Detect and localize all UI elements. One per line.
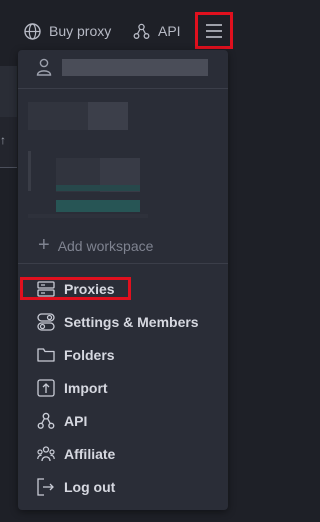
menu-item-proxies[interactable]: Proxies xyxy=(36,278,115,300)
toggle-settings-icon xyxy=(37,313,55,331)
user-email-redacted xyxy=(62,58,208,76)
hamburger-menu-button[interactable] xyxy=(195,12,233,49)
add-workspace-button[interactable]: + Add workspace xyxy=(38,234,153,257)
divider xyxy=(18,263,228,264)
folder-icon xyxy=(37,348,55,362)
sort-arrow-icon: ↑ xyxy=(0,133,6,147)
menu-item-api[interactable]: API xyxy=(36,410,87,432)
import-icon xyxy=(37,379,55,397)
proxies-icon xyxy=(37,281,55,297)
menu-item-label: Affiliate xyxy=(64,446,116,462)
logout-icon xyxy=(37,478,54,496)
account-dropdown-menu: + Add workspace Proxies Settings & Membe… xyxy=(18,50,228,510)
menu-item-import[interactable]: Import xyxy=(36,377,108,399)
background-panel xyxy=(0,66,17,118)
menu-item-label: Proxies xyxy=(64,281,115,297)
api-label: API xyxy=(158,23,181,39)
buy-proxy-link[interactable]: Buy proxy xyxy=(24,18,111,44)
menu-item-label: API xyxy=(64,413,88,429)
workspace-item-redacted xyxy=(88,102,128,130)
hamburger-icon xyxy=(206,23,222,38)
workspace-selected-marker xyxy=(28,151,31,191)
menu-item-log-out[interactable]: Log out xyxy=(36,476,115,498)
workspace-item-redacted xyxy=(28,214,148,218)
menu-item-label: Import xyxy=(64,380,108,396)
menu-item-settings-members[interactable]: Settings & Members xyxy=(36,311,199,333)
divider xyxy=(18,88,228,89)
workspace-accent xyxy=(56,185,140,191)
globe-icon xyxy=(24,22,41,40)
plus-icon: + xyxy=(38,234,50,256)
menu-item-label: Log out xyxy=(64,479,116,495)
user-row[interactable] xyxy=(36,58,208,76)
buy-proxy-label: Buy proxy xyxy=(49,23,112,39)
menu-item-affiliate[interactable]: Affiliate xyxy=(36,443,115,465)
user-icon xyxy=(36,58,52,76)
add-workspace-label: Add workspace xyxy=(57,237,154,254)
api-icon xyxy=(37,412,55,429)
api-icon xyxy=(133,23,150,39)
menu-item-label: Folders xyxy=(64,347,115,363)
affiliate-icon xyxy=(37,446,55,462)
api-link[interactable]: API xyxy=(133,18,181,44)
menu-item-label: Settings & Members xyxy=(64,314,199,330)
menu-item-folders[interactable]: Folders xyxy=(36,344,115,366)
workspace-accent xyxy=(56,200,140,212)
